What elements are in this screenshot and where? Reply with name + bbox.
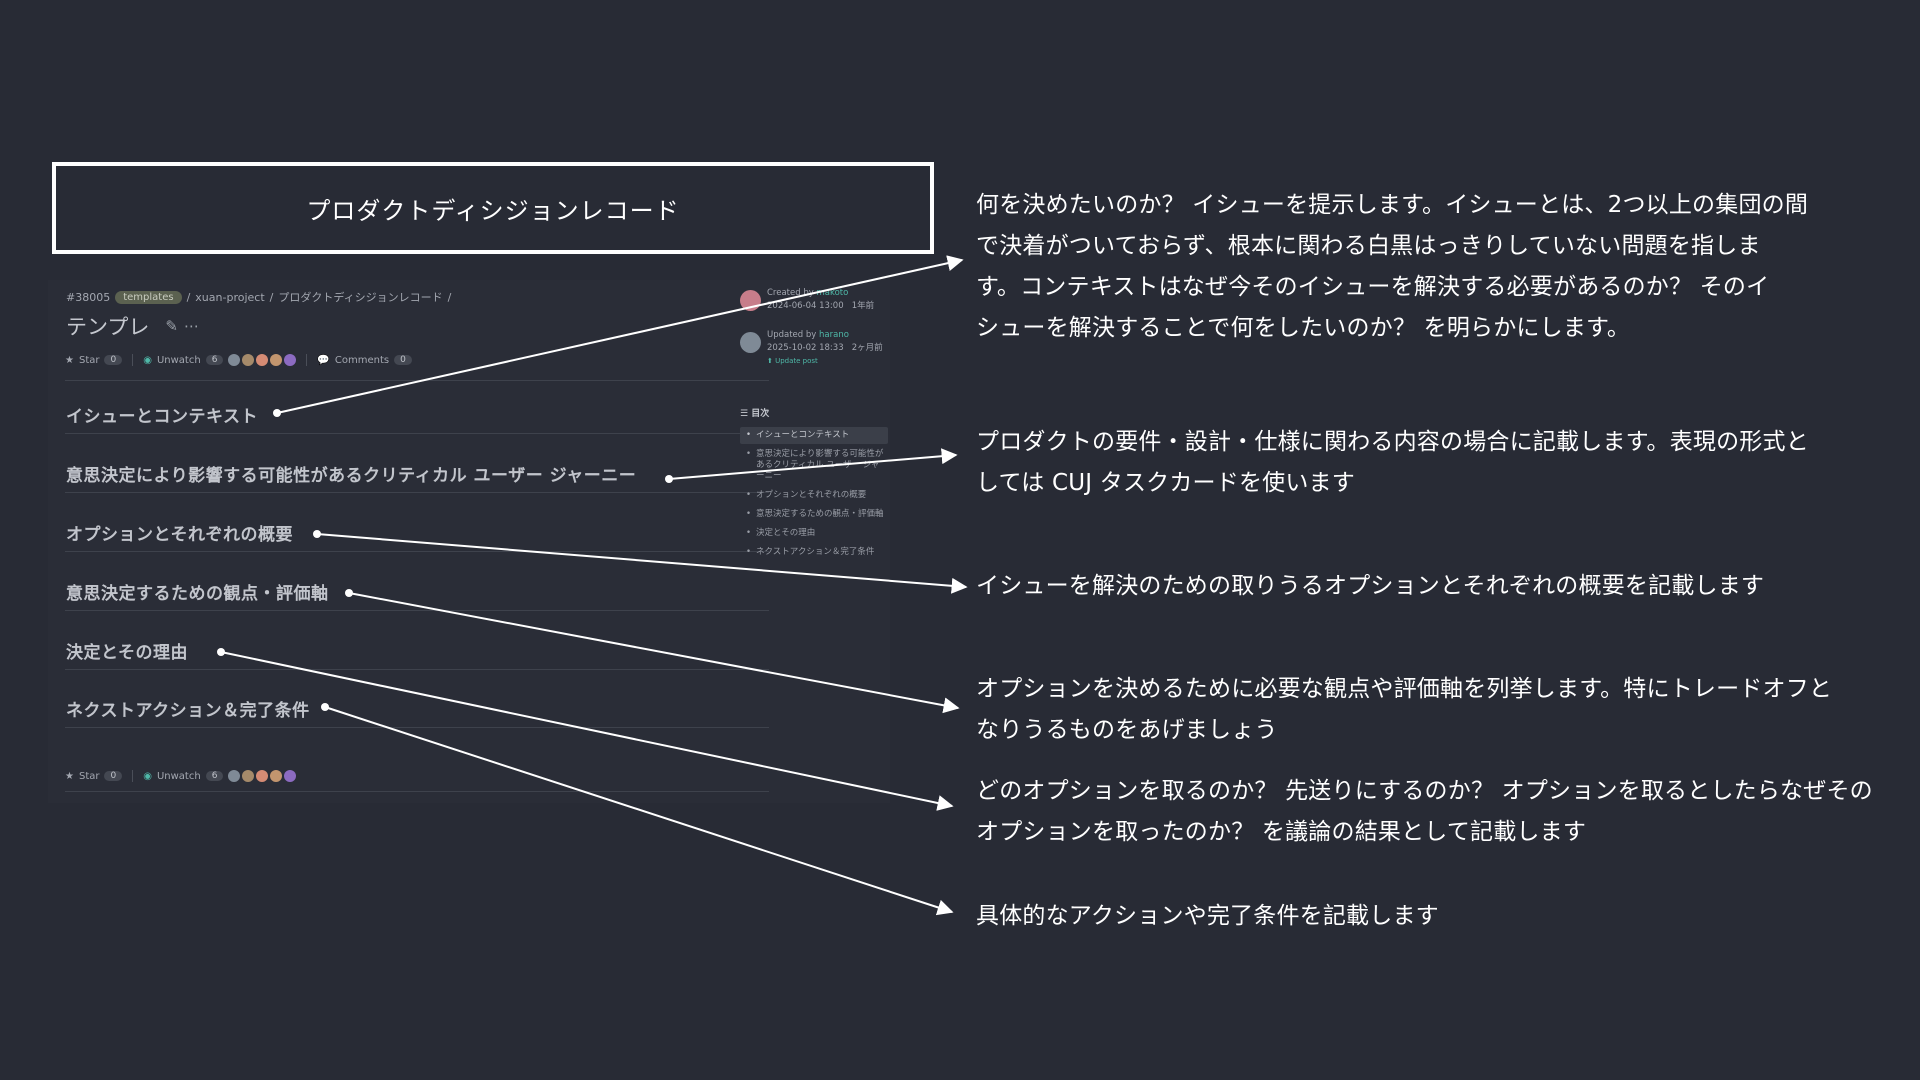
connector-criteria [348, 592, 960, 714]
connector-lines [217, 255, 968, 916]
connector-issue [276, 255, 964, 414]
connector-cuj [668, 448, 958, 480]
connector-dot [345, 589, 353, 597]
connector-next-action [324, 706, 954, 916]
connector-decision [220, 651, 954, 811]
connector-dot [273, 409, 281, 417]
connector-dot [321, 703, 329, 711]
connector-dot [313, 530, 321, 538]
connector-dot [217, 648, 225, 656]
connector-options [316, 533, 968, 594]
connector-dot [665, 475, 673, 483]
